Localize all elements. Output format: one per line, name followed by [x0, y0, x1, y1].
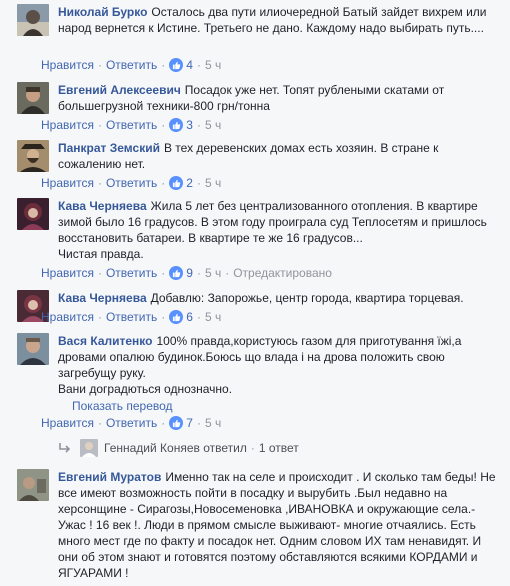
reply-link[interactable]: Ответить — [106, 310, 157, 324]
thumbs-up-icon — [169, 58, 184, 72]
comment-author[interactable]: Кава Черняева — [58, 199, 147, 213]
like-count[interactable]: 9 — [186, 266, 193, 280]
comment: Евгений Алексеевич Посадок уже нет. Топят… — [17, 82, 504, 114]
like-count[interactable]: 3 — [186, 118, 193, 132]
reply-verb: ответил — [203, 441, 247, 455]
comment: Николай Бурко Осталось два пути илиочеред… — [17, 4, 504, 36]
comment-actions: Нравится · Ответить · 6 · 5 ч — [41, 310, 222, 324]
like-link[interactable]: Нравится — [41, 416, 94, 430]
like-link[interactable]: Нравится — [41, 118, 94, 132]
comment-text-line2: Вани доградються однозначно. — [58, 382, 233, 396]
comment-actions: Нравится · Ответить · 9 · 5 ч · Отредактиров… — [41, 266, 332, 280]
thumbs-up-icon — [169, 310, 184, 324]
like-count[interactable]: 4 — [186, 58, 193, 72]
avatar[interactable] — [17, 4, 49, 36]
reply-link[interactable]: Ответить — [106, 118, 157, 132]
timestamp[interactable]: 5 ч — [205, 176, 221, 190]
like-link[interactable]: Нравится — [41, 176, 94, 190]
thumbs-up-icon — [169, 266, 184, 280]
timestamp[interactable]: 5 ч — [205, 266, 221, 280]
edited-label[interactable]: Отредактировано — [233, 266, 332, 280]
like-link[interactable]: Нравится — [41, 58, 94, 72]
reply-link[interactable]: Ответить — [106, 176, 157, 190]
comment: Панкрат Земский В тех деревенских домах е… — [17, 140, 504, 172]
comment: Кава Черняева Жила 5 лет без централизова… — [17, 198, 504, 262]
timestamp[interactable]: 5 ч — [205, 310, 221, 324]
like-count[interactable]: 7 — [186, 416, 193, 430]
comment-author[interactable]: Евгений Муратов — [58, 470, 161, 484]
comment: Вася Калитенко 100% правда,користуюсь газ… — [17, 333, 504, 397]
comment-text-line2: Чистая правда. — [58, 247, 144, 261]
comment-text: Добавлю: Запорожье, центр города, кварти… — [150, 291, 464, 305]
like-count[interactable]: 6 — [186, 310, 193, 324]
show-translation-link[interactable]: Показать перевод — [72, 399, 173, 413]
avatar[interactable] — [17, 82, 49, 114]
avatar — [80, 439, 98, 457]
reply-link[interactable]: Ответить — [106, 266, 157, 280]
avatar[interactable] — [17, 198, 49, 230]
thumbs-up-icon — [169, 176, 184, 190]
like-link[interactable]: Нравится — [41, 310, 94, 324]
reply-link[interactable]: Ответить — [106, 58, 157, 72]
like-count[interactable]: 2 — [186, 176, 193, 190]
comment-actions: Нравится · Ответить · 7 · 5 ч — [41, 416, 222, 430]
comment-author[interactable]: Панкрат Земский — [58, 141, 160, 155]
thumbs-up-icon — [169, 416, 184, 430]
avatar[interactable] — [17, 469, 49, 501]
comment-actions: Нравится · Ответить · 4 · 5 ч — [41, 58, 222, 72]
comment-author[interactable]: Кава Черняева — [58, 291, 147, 305]
timestamp[interactable]: 5 ч — [205, 58, 221, 72]
comment-author[interactable]: Николай Бурко — [58, 5, 147, 19]
comment-author[interactable]: Евгений Алексеевич — [58, 83, 181, 97]
comment-author[interactable]: Вася Калитенко — [58, 334, 152, 348]
view-replies[interactable]: Геннадий Коняев ответил · 1 ответ — [58, 439, 299, 457]
reply-count[interactable]: 1 ответ — [259, 441, 299, 455]
reply-author[interactable]: Геннадий Коняев — [104, 441, 200, 455]
comment-actions: Нравится · Ответить · 3 · 5 ч — [41, 118, 222, 132]
thumbs-up-icon — [169, 118, 184, 132]
comment-text: Именно так на селе и происходит . И скол… — [58, 470, 496, 580]
reply-link[interactable]: Ответить — [106, 416, 157, 430]
avatar[interactable] — [17, 140, 49, 172]
avatar[interactable] — [17, 333, 49, 365]
reply-arrow-icon — [59, 443, 71, 453]
timestamp[interactable]: 5 ч — [205, 416, 221, 430]
comments-feed: Николай Бурко Осталось два пути илиочеред… — [0, 0, 510, 586]
comment-actions: Нравится · Ответить · 2 · 5 ч — [41, 176, 222, 190]
timestamp[interactable]: 5 ч — [205, 118, 221, 132]
comment: Евгений Муратов Именно так на селе и прои… — [17, 469, 504, 581]
like-link[interactable]: Нравится — [41, 266, 94, 280]
